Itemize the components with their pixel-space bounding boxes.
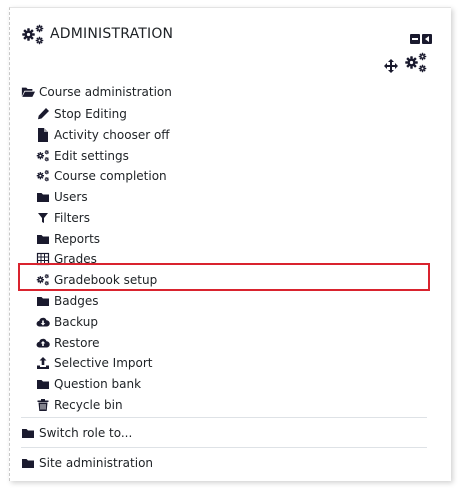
nav-item-label: Backup bbox=[54, 314, 98, 329]
nav-item-stop-editing[interactable]: Stop Editing bbox=[36, 104, 127, 123]
nav-item-reports[interactable]: Reports bbox=[36, 229, 100, 248]
cogs-icon bbox=[21, 24, 45, 46]
nav-item-label: Activity chooser off bbox=[54, 127, 170, 142]
separator bbox=[21, 447, 427, 448]
upload-icon bbox=[37, 356, 49, 369]
nav-item-activity-chooser[interactable]: Activity chooser off bbox=[36, 125, 170, 144]
nav-item-restore[interactable]: Restore bbox=[36, 333, 100, 352]
cloud-download-icon bbox=[36, 317, 50, 327]
block-title: ADMINISTRATION bbox=[50, 26, 174, 42]
nav-item-recycle-bin[interactable]: Recycle bin bbox=[36, 395, 123, 414]
nav-item-course-completion[interactable]: Course completion bbox=[36, 166, 167, 185]
nav-switch-role[interactable]: Switch role to... bbox=[21, 423, 132, 442]
nav-item-label: Badges bbox=[54, 293, 99, 308]
nav-item-label: Recycle bin bbox=[54, 397, 123, 412]
nav-item-label: Question bank bbox=[54, 376, 142, 391]
move-arrows-icon[interactable] bbox=[384, 59, 398, 73]
pencil-icon bbox=[38, 107, 49, 119]
nav-item-edit-settings[interactable]: Edit settings bbox=[36, 146, 129, 165]
trash-icon bbox=[37, 398, 49, 411]
folder-icon bbox=[37, 379, 49, 389]
separator bbox=[21, 417, 427, 418]
folder-icon bbox=[37, 234, 49, 244]
collapse-minus-icon[interactable] bbox=[410, 34, 420, 44]
nav-item-label: Filters bbox=[54, 210, 90, 225]
folder-icon bbox=[22, 458, 34, 468]
nav-item-label: Reports bbox=[54, 231, 101, 246]
cogs-icon[interactable] bbox=[404, 52, 428, 74]
nav-item-backup[interactable]: Backup bbox=[36, 312, 98, 331]
nav-item-label: Users bbox=[54, 189, 88, 204]
nav-site-administration[interactable]: Site administration bbox=[21, 453, 153, 472]
nav-item-label: Selective Import bbox=[54, 355, 153, 370]
nav-item-users[interactable]: Users bbox=[36, 187, 88, 206]
folder-icon bbox=[22, 428, 34, 438]
nav-course-administration[interactable]: Course administration bbox=[21, 82, 172, 101]
nav-item-question-bank[interactable]: Question bank bbox=[36, 374, 141, 393]
dock-left-icon[interactable] bbox=[422, 34, 432, 44]
nav-item-label: Stop Editing bbox=[54, 106, 127, 121]
nav-item-filters[interactable]: Filters bbox=[36, 208, 90, 227]
cogs-icon bbox=[36, 169, 50, 183]
file-icon bbox=[38, 127, 48, 142]
administration-block: ADMINISTRATION Course administration Sto… bbox=[9, 7, 451, 481]
nav-item-label: Course administration bbox=[39, 84, 172, 99]
nav-item-label: Switch role to... bbox=[39, 425, 133, 440]
nav-item-label: Course completion bbox=[54, 168, 167, 183]
folder-open-icon bbox=[21, 87, 35, 97]
highlight-box bbox=[18, 263, 430, 291]
nav-item-badges[interactable]: Badges bbox=[36, 291, 98, 310]
nav-item-label: Restore bbox=[54, 335, 100, 350]
folder-icon bbox=[37, 296, 49, 306]
filter-icon bbox=[38, 212, 48, 223]
nav-item-label: Edit settings bbox=[54, 148, 129, 163]
cloud-upload-icon bbox=[36, 338, 50, 348]
nav-item-selective-import[interactable]: Selective Import bbox=[36, 353, 152, 372]
cogs-icon bbox=[36, 149, 50, 163]
nav-item-label: Site administration bbox=[39, 455, 154, 470]
folder-icon bbox=[37, 192, 49, 202]
